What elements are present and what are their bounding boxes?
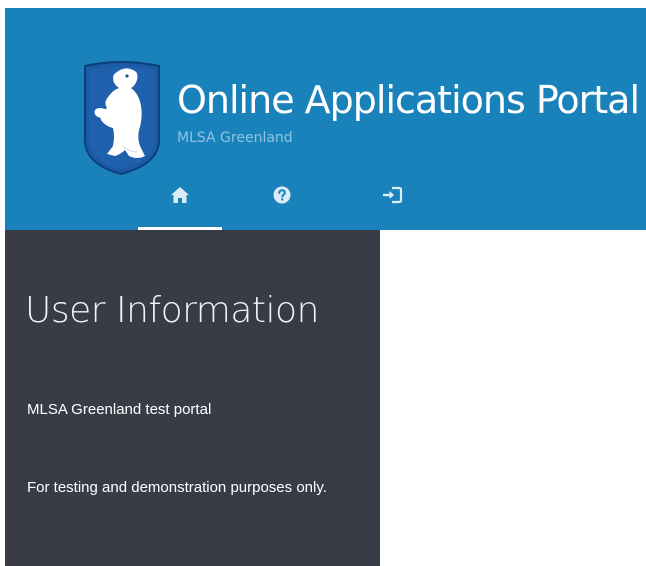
header: Online Applications Portal MLSA Greenlan… — [5, 8, 646, 230]
portal-title: Online Applications Portal — [177, 78, 640, 122]
nav-home[interactable] — [138, 178, 222, 230]
nav-help[interactable] — [240, 178, 324, 230]
nav-login[interactable] — [350, 178, 434, 230]
user-information-panel: User Information MLSA Greenland test por… — [5, 230, 380, 566]
portal-subtitle: MLSA Greenland — [177, 130, 293, 146]
polar-bear-shield-icon — [84, 61, 160, 176]
login-icon — [383, 186, 403, 204]
help-icon — [273, 186, 291, 204]
user-information-heading: User Information — [25, 290, 319, 331]
testing-notice: For testing and demonstration purposes o… — [27, 479, 327, 496]
coat-of-arms-logo — [79, 56, 163, 176]
home-icon — [171, 187, 189, 203]
page: Online Applications Portal MLSA Greenlan… — [0, 0, 646, 566]
portal-description: MLSA Greenland test portal — [27, 401, 212, 418]
